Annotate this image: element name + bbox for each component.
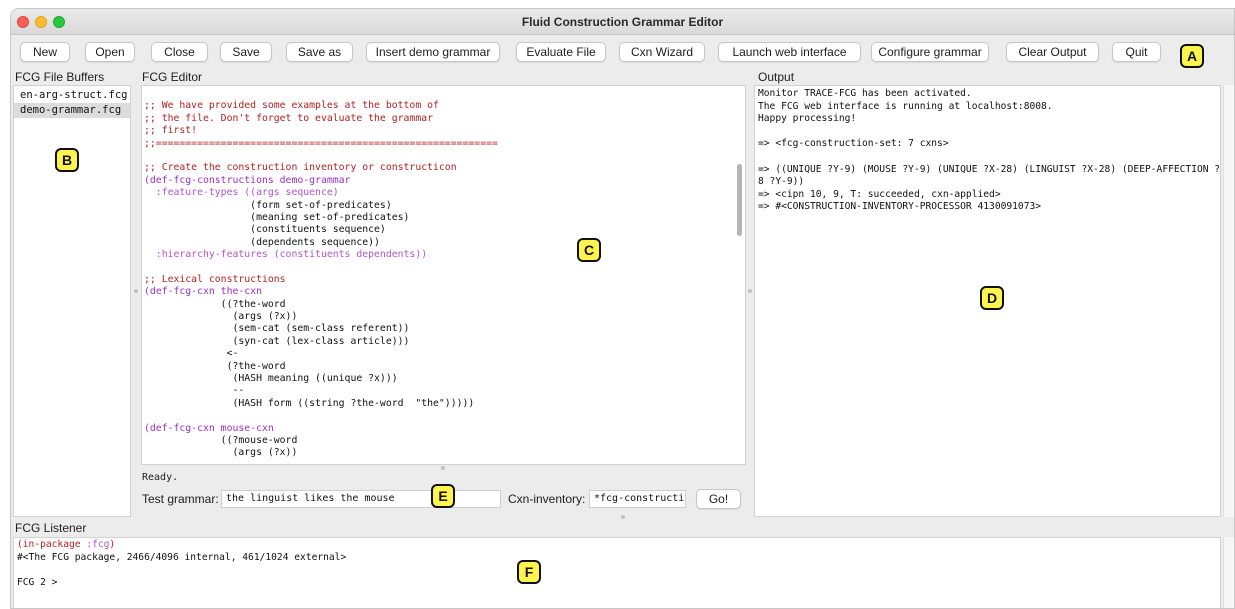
output-line: => <cipn 10, 9, T: succeeded, cxn-applie… — [758, 188, 1001, 200]
annotation-badge-b: B — [55, 148, 79, 172]
splitter-handle[interactable] — [441, 466, 445, 470]
code-line: ;;======================================… — [144, 137, 498, 149]
evaluate-file-button[interactable]: Evaluate File — [516, 42, 606, 62]
code-line: -- — [144, 385, 245, 397]
title-bar: Fluid Construction Grammar Editor — [11, 9, 1234, 35]
configure-grammar-button[interactable]: Configure grammar — [871, 42, 989, 62]
annotation-badge-f: F — [517, 560, 541, 584]
cxn-inventory-input[interactable]: *fcg-constructic — [589, 490, 686, 508]
listener-content: (in-package :fcg) #<The FCG package, 246… — [14, 538, 1220, 589]
output-line: 8 ?Y-9)) — [758, 176, 805, 188]
output-line: => <fcg-construction-set: 7 cxns> — [758, 138, 949, 150]
code-line: ;; Create the construction inventory or … — [144, 162, 457, 174]
code-editor[interactable]: ;; We have provided some examples at the… — [141, 85, 746, 465]
new-button[interactable]: New — [20, 42, 70, 62]
listener-text: (in-package — [17, 539, 87, 550]
output-line: Monitor TRACE-FCG has been activated. — [758, 88, 972, 99]
code-line: ;; the file. Don't forget to evaluate th… — [144, 112, 434, 124]
listener-keyword: :fcg — [86, 539, 110, 550]
listener-panel[interactable]: (in-package :fcg) #<The FCG package, 246… — [13, 537, 1221, 608]
go-button[interactable]: Go! — [696, 489, 741, 509]
code-line: (constituents sequence) — [144, 224, 386, 236]
splitter-handle[interactable] — [621, 515, 625, 519]
output-line: => #<CONSTRUCTION-INVENTORY-PROCESSOR 41… — [758, 201, 1042, 213]
output-line: Happy processing! — [758, 113, 857, 125]
buffer-item-en-arg-struct[interactable]: en-arg-struct.fcg — [14, 88, 130, 103]
code-line: (def-fcg-cxn the-cxn — [144, 286, 262, 298]
open-button[interactable]: Open — [85, 42, 135, 62]
splitter-handle[interactable] — [748, 289, 752, 293]
launch-web-interface-button[interactable]: Launch web interface — [718, 42, 861, 62]
toolbar: New Open Close Save Save as Insert demo … — [11, 42, 1234, 66]
code-content[interactable]: ;; We have provided some examples at the… — [142, 86, 745, 460]
clear-output-button[interactable]: Clear Output — [1006, 42, 1099, 62]
test-grammar-input[interactable]: the linguist likes the mouse — [221, 490, 501, 508]
code-line: (meaning set-of-predicates) — [144, 211, 410, 223]
output-content: Monitor TRACE-FCG has been activated. Th… — [755, 86, 1220, 214]
code-line: (HASH meaning ((unique ?x))) — [144, 372, 398, 384]
code-line: ((?the-word — [144, 298, 286, 310]
editor-status: Ready. — [142, 472, 179, 483]
app-window: Fluid Construction Grammar Editor New Op… — [10, 8, 1235, 609]
buffer-item-demo-grammar[interactable]: demo-grammar.fcg — [14, 103, 130, 118]
code-line: (form set-of-predicates) — [144, 199, 392, 211]
code-line: (sem-cat (sem-class referent)) — [144, 323, 410, 335]
listener-line: #<The FCG package, 2466/4096 internal, 4… — [17, 551, 347, 563]
annotation-badge-d: D — [980, 286, 1004, 310]
quit-button[interactable]: Quit — [1112, 42, 1161, 62]
annotation-badge-c: C — [577, 238, 601, 262]
listener-text: ) — [109, 539, 116, 550]
code-line: (args (?x)) — [144, 447, 298, 459]
editor-scrollbar[interactable] — [737, 164, 742, 236]
annotation-badge-e: E — [431, 484, 455, 508]
buffers-label: FCG File Buffers — [15, 70, 105, 84]
listener-line — [17, 564, 1220, 577]
cxn-inventory-label: Cxn-inventory: — [508, 492, 586, 506]
code-line: :hierarchy-features (constituents depend… — [144, 249, 428, 261]
code-line: (def-fcg-cxn mouse-cxn — [144, 422, 274, 434]
code-line: ;; We have provided some examples at the… — [144, 100, 439, 112]
output-label: Output — [758, 70, 795, 84]
test-grammar-label: Test grammar: — [142, 492, 219, 506]
output-line: The FCG web interface is running at loca… — [758, 100, 1053, 112]
save-as-button[interactable]: Save as — [286, 42, 353, 62]
code-line: ;; Lexical constructions — [144, 273, 286, 285]
save-button[interactable]: Save — [220, 42, 272, 62]
listener-prompt[interactable]: FCG 2 > — [17, 577, 1220, 590]
annotation-badge-a: A — [1180, 44, 1204, 68]
code-line: <- — [144, 348, 239, 360]
cxn-wizard-button[interactable]: Cxn Wizard — [619, 42, 705, 62]
listener-line: (in-package :fcg) — [17, 539, 1220, 552]
code-line: (syn-cat (lex-class article))) — [144, 335, 410, 347]
code-line: (HASH form ((string ?the-word "the"))))) — [144, 397, 475, 409]
code-line: (dependents sequence)) — [144, 236, 380, 248]
code-line: (?the-word — [144, 360, 286, 372]
window-title: Fluid Construction Grammar Editor — [521, 15, 724, 29]
code-line: (args (?x)) — [144, 311, 298, 323]
code-line: :feature-types ((args sequence) — [144, 187, 339, 199]
code-line: ;; first! — [144, 125, 198, 137]
output-scrollbar-track[interactable] — [1223, 85, 1234, 517]
close-button[interactable]: Close — [151, 42, 208, 62]
listener-label: FCG Listener — [15, 521, 87, 535]
insert-demo-grammar-button[interactable]: Insert demo grammar — [366, 42, 500, 62]
editor-label: FCG Editor — [142, 70, 203, 84]
output-line: => ((UNIQUE ?Y-9) (MOUSE ?Y-9) (UNIQUE ?… — [758, 163, 1221, 175]
listener-scrollbar-track[interactable] — [1223, 537, 1234, 608]
splitter-handle[interactable] — [134, 289, 138, 293]
code-line: ((?mouse-word — [144, 434, 298, 446]
code-line: (def-fcg-constructions demo-grammar — [144, 174, 351, 186]
